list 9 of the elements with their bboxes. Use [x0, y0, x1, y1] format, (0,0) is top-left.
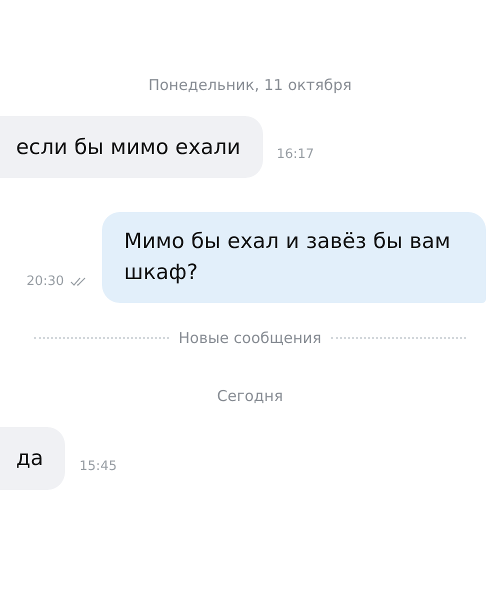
message-bubble: Мимо бы ехал и завёз бы вам шкаф? [102, 212, 486, 304]
date-label: Понедельник, 11 октября [148, 76, 352, 94]
message-time: 15:45 [79, 458, 117, 474]
date-label: Сегодня [217, 387, 283, 406]
new-messages-label: Новые сообщения [178, 329, 322, 348]
message-time: 16:17 [276, 147, 314, 162]
message-bubble: если бы мимо ехали [0, 116, 263, 178]
message-bubble: да [0, 427, 66, 490]
message-time: 20:30 [26, 274, 64, 290]
